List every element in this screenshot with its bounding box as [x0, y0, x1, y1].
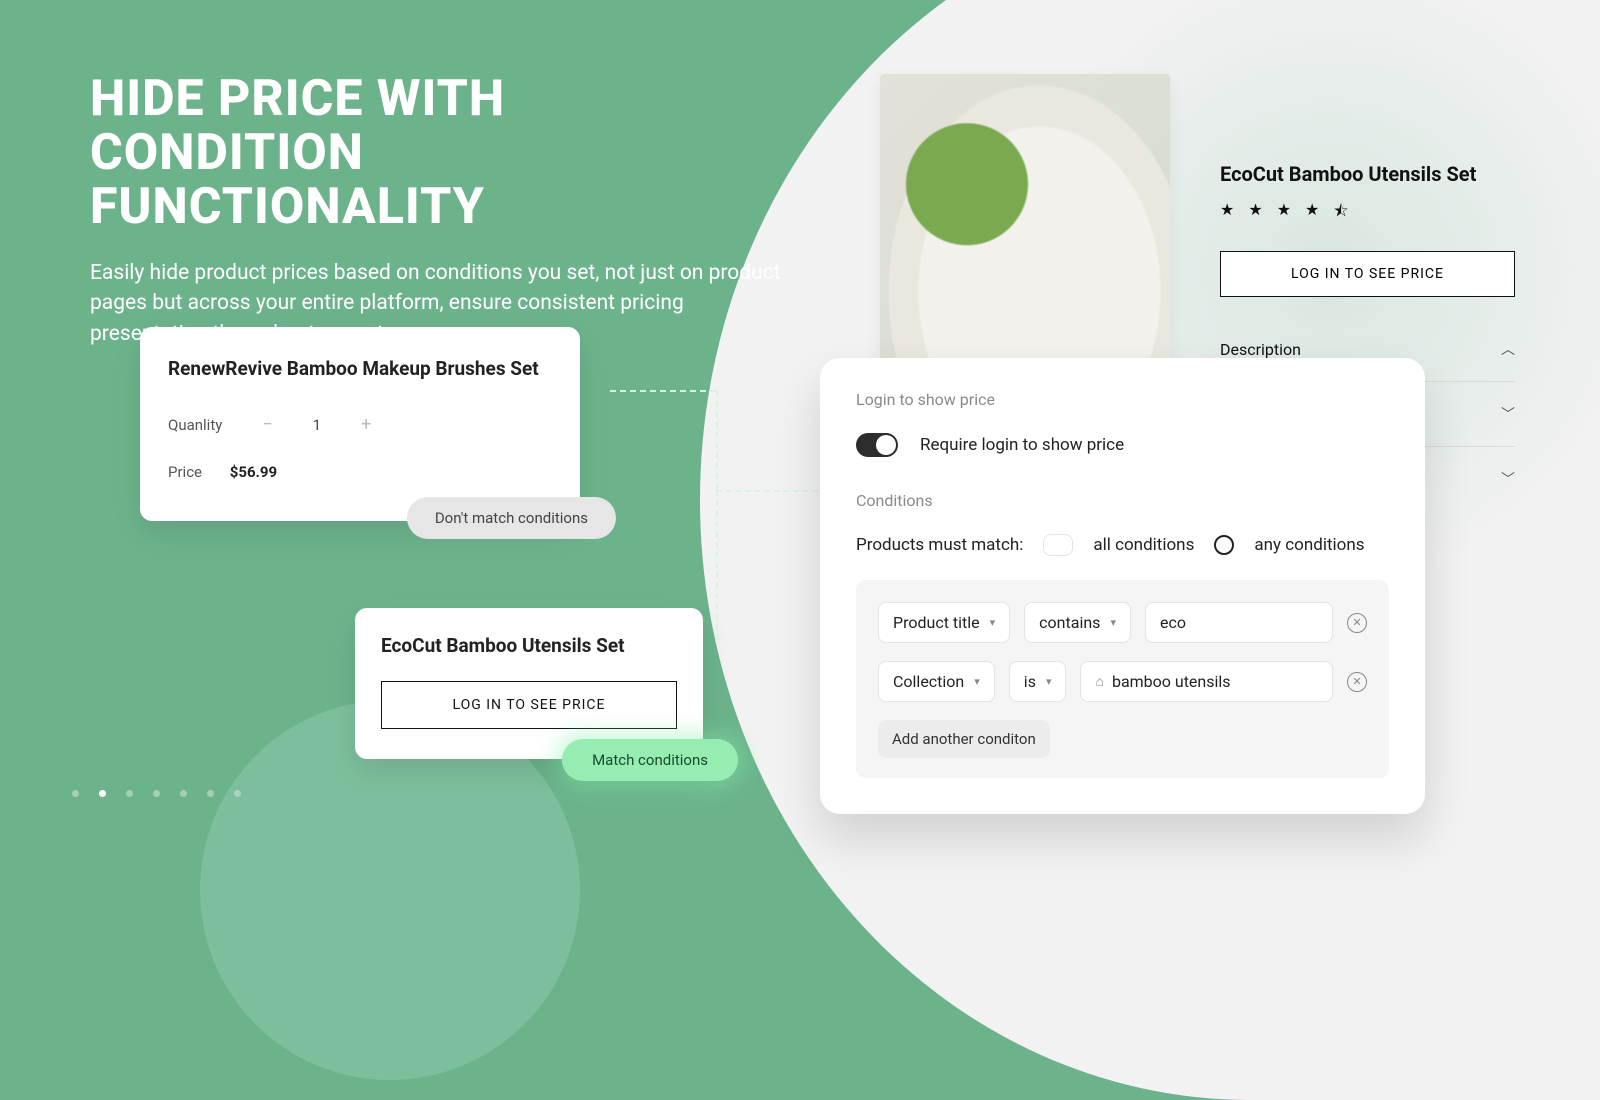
chevron-down-icon: ﹀ — [1501, 469, 1515, 489]
login-to-see-price-button[interactable]: LOG IN TO SEE PRICE — [1220, 251, 1515, 297]
condition-field-select[interactable]: Collection▾ — [878, 661, 995, 702]
chevron-up-icon: ︿ — [1501, 339, 1515, 359]
star-icon: ★ — [1277, 200, 1291, 227]
star-icon: ★ — [1248, 200, 1262, 227]
remove-condition-icon[interactable]: ✕ — [1347, 613, 1367, 633]
conditions-box: Product title▾ contains▾ eco ✕ Collectio… — [856, 580, 1389, 778]
product-card-brushes: RenewRevive Bamboo Makeup Brushes Set Qu… — [140, 327, 580, 521]
require-login-toggle[interactable] — [856, 433, 898, 457]
radio-all-label: all conditions — [1093, 535, 1194, 555]
carousel-dot[interactable] — [180, 790, 187, 797]
require-login-row: Require login to show price — [856, 433, 1389, 457]
minus-icon[interactable]: − — [262, 414, 272, 435]
condition-operator-select[interactable]: is▾ — [1009, 661, 1067, 702]
require-login-label: Require login to show price — [920, 435, 1124, 455]
radio-any-label: any conditions — [1254, 535, 1364, 555]
section-label-login: Login to show price — [856, 390, 1389, 409]
product-detail-title: EcoCut Bamboo Utensils Set — [1220, 162, 1515, 186]
product-card-utensils: EcoCut Bamboo Utensils Set LOG IN TO SEE… — [355, 608, 703, 759]
carousel-dot[interactable] — [207, 790, 214, 797]
plus-icon[interactable]: + — [361, 414, 371, 435]
hero-title: HIDE PRICE WITH CONDITION FUNCTIONALITY — [90, 72, 790, 234]
radio-any-conditions[interactable] — [1214, 535, 1234, 555]
hero-heading: HIDE PRICE WITH CONDITION FUNCTIONALITY … — [90, 72, 790, 349]
carousel-dot[interactable] — [126, 790, 133, 797]
quantity-value: 1 — [313, 416, 321, 434]
product-title: EcoCut Bamboo Utensils Set — [381, 634, 677, 657]
connector-line — [716, 490, 718, 640]
no-match-badge: Don't match conditions — [407, 497, 616, 539]
carousel-dot[interactable] — [234, 790, 241, 797]
conditions-settings-card: Login to show price Require login to sho… — [820, 358, 1425, 814]
tag-icon: ⌂ — [1095, 673, 1103, 690]
radio-all-conditions[interactable] — [1043, 534, 1073, 556]
chevron-down-icon: ▾ — [1110, 616, 1116, 629]
condition-value-input[interactable]: ⌂ bamboo utensils — [1080, 661, 1333, 702]
connector-line — [610, 390, 716, 392]
price-label: Price — [168, 463, 202, 481]
carousel-dot[interactable] — [72, 790, 79, 797]
remove-condition-icon[interactable]: ✕ — [1347, 672, 1367, 692]
condition-operator-select[interactable]: contains▾ — [1024, 602, 1131, 643]
carousel-dot-active[interactable] — [99, 790, 106, 797]
carousel-dot[interactable] — [153, 790, 160, 797]
product-title: RenewRevive Bamboo Makeup Brushes Set — [168, 357, 552, 380]
star-rating: ★ ★ ★ ★ ⯪ — [1220, 200, 1515, 227]
section-label-conditions: Conditions — [856, 491, 1389, 510]
price-row: Price $56.99 — [168, 463, 552, 481]
star-half-icon: ⯪ — [1333, 200, 1348, 227]
chevron-down-icon: ▾ — [974, 675, 980, 688]
quantity-row: Quanlity − 1 + — [168, 414, 552, 435]
quantity-label: Quanlity — [168, 416, 222, 434]
price-value: $56.99 — [230, 463, 277, 481]
accordion-label: Description — [1220, 340, 1301, 359]
chevron-down-icon: ▾ — [1046, 675, 1052, 688]
login-to-see-price-button[interactable]: LOG IN TO SEE PRICE — [381, 681, 677, 729]
match-prompt: Products must match: — [856, 535, 1023, 555]
chevron-down-icon: ▾ — [990, 616, 996, 629]
star-icon: ★ — [1220, 200, 1234, 227]
condition-field-select[interactable]: Product title▾ — [878, 602, 1010, 643]
chevron-down-icon: ﹀ — [1501, 404, 1515, 424]
condition-row: Collection▾ is▾ ⌂ bamboo utensils ✕ — [878, 661, 1367, 702]
match-badge: Match conditions — [562, 739, 738, 781]
star-icon: ★ — [1305, 200, 1319, 227]
carousel-dots — [72, 790, 241, 797]
add-condition-button[interactable]: Add another conditon — [878, 720, 1050, 758]
connector-line — [716, 490, 818, 492]
product-image — [880, 74, 1170, 364]
condition-row: Product title▾ contains▾ eco ✕ — [878, 602, 1367, 643]
condition-value-input[interactable]: eco — [1145, 602, 1333, 643]
quantity-stepper: − 1 + — [262, 414, 371, 435]
connector-line — [716, 390, 718, 490]
match-mode-row: Products must match: all conditions any … — [856, 534, 1389, 556]
